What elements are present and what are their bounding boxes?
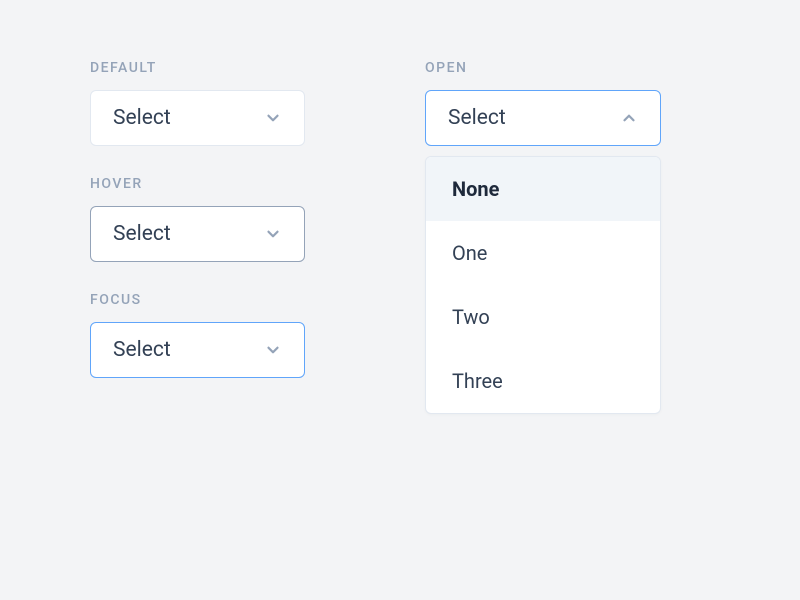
dropdown-option-two[interactable]: Two (426, 285, 660, 349)
state-label-hover: HOVER (90, 176, 305, 192)
chevron-up-icon (620, 109, 638, 127)
select-focus[interactable]: Select (90, 322, 305, 378)
dropdown-menu: None One Two Three (425, 156, 661, 414)
select-hover[interactable]: Select (90, 206, 305, 262)
dropdown-option-three[interactable]: Three (426, 349, 660, 413)
select-value: Select (448, 106, 506, 130)
chevron-down-icon (264, 341, 282, 359)
state-label-default: DEFAULT (90, 60, 305, 76)
right-column: OPEN Select None One Two Three (425, 60, 661, 540)
left-column: DEFAULT Select HOVER Select FOCUS Select (90, 60, 305, 540)
chevron-down-icon (264, 109, 282, 127)
select-open[interactable]: Select (425, 90, 661, 146)
select-default[interactable]: Select (90, 90, 305, 146)
state-group-default: DEFAULT Select (90, 60, 305, 146)
state-label-focus: FOCUS (90, 292, 305, 308)
state-group-focus: FOCUS Select (90, 292, 305, 378)
select-value: Select (113, 338, 171, 362)
select-value: Select (113, 222, 171, 246)
select-value: Select (113, 106, 171, 130)
dropdown-option-one[interactable]: One (426, 221, 660, 285)
state-group-open: OPEN Select None One Two Three (425, 60, 661, 414)
chevron-down-icon (264, 225, 282, 243)
state-label-open: OPEN (425, 60, 661, 76)
state-group-hover: HOVER Select (90, 176, 305, 262)
dropdown-option-none[interactable]: None (426, 157, 660, 221)
